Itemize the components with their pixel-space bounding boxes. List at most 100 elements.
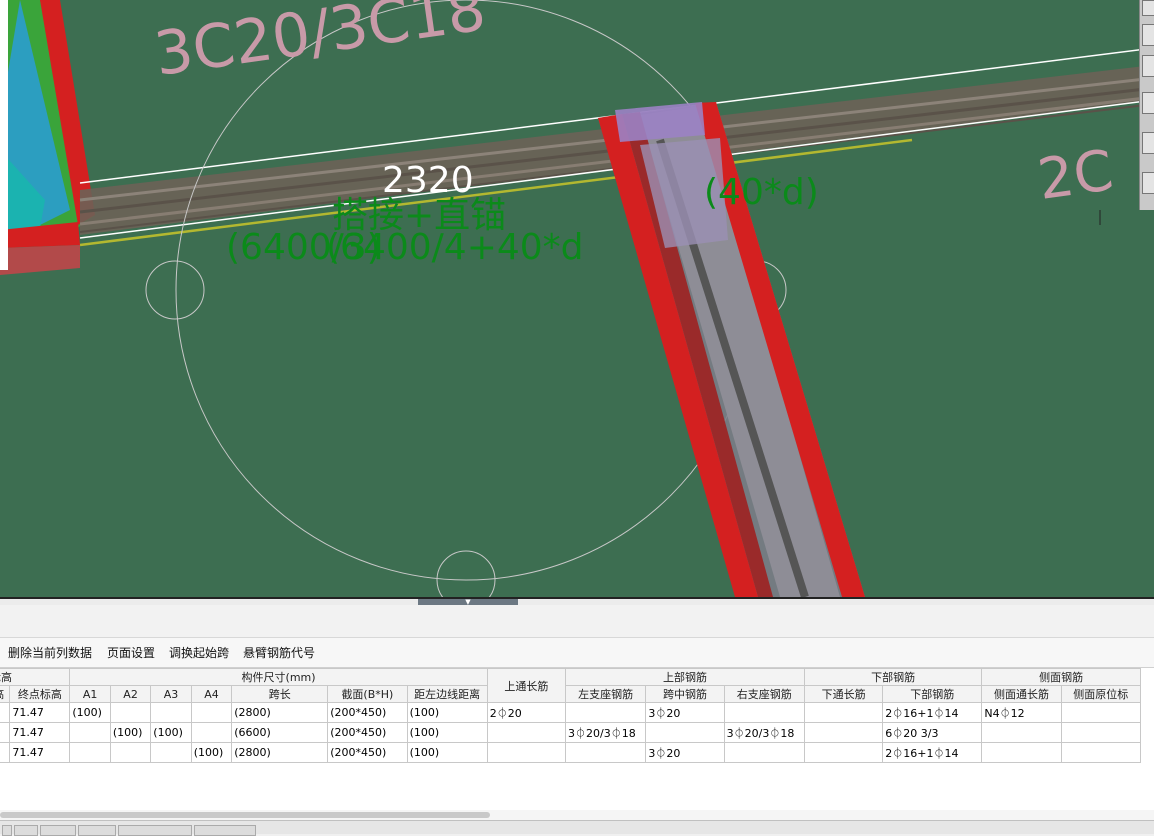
- grid-toolbar: 删除当前列数据 页面设置 调换起始跨 悬臂钢筋代号: [0, 638, 1154, 668]
- cell-mid-span[interactable]: 3⏀20: [645, 742, 725, 763]
- header-group-bottom: 下部钢筋: [803, 668, 983, 686]
- cell-right-support[interactable]: 3⏀20/3⏀18: [723, 722, 805, 743]
- cell-side-through[interactable]: [981, 722, 1062, 743]
- status-button-3[interactable]: [40, 825, 76, 836]
- cell-span[interactable]: (2800): [231, 742, 329, 763]
- cell-top-through[interactable]: [486, 742, 567, 763]
- header-bottom-through: 下通长筋: [803, 685, 884, 703]
- header-offset: 距左边线距离: [406, 685, 488, 703]
- cell-top-through[interactable]: [486, 722, 567, 743]
- status-button-6[interactable]: [194, 825, 256, 836]
- cell-right-support[interactable]: [723, 742, 805, 763]
- span-grid[interactable]: 标高 构件尺寸(mm) 上通长筋 上部钢筋 下部钢筋 侧面钢筋 高 终点标高 A…: [0, 668, 1154, 813]
- cell-top-through[interactable]: 2⏀20: [486, 702, 567, 723]
- cell-left-support[interactable]: [565, 702, 647, 723]
- cell-bottom-bar[interactable]: 2⏀16+1⏀14: [882, 742, 983, 763]
- cube-view-icon[interactable]: [1142, 24, 1154, 46]
- status-bar: [0, 820, 1154, 836]
- cell-bottom-through[interactable]: [803, 722, 884, 743]
- cell-a1[interactable]: (100): [69, 702, 111, 723]
- status-button-2[interactable]: [14, 825, 38, 836]
- cell-offset[interactable]: (100): [406, 702, 488, 723]
- cell-offset[interactable]: (100): [406, 722, 488, 743]
- table-row[interactable]: 71.47 (100) (2800) (200*450) (100) 2⏀20 …: [0, 702, 1142, 723]
- cell-start-elev[interactable]: [0, 702, 11, 723]
- cell-right-support[interactable]: [723, 702, 805, 723]
- cell-a2[interactable]: [109, 742, 152, 763]
- cell-section[interactable]: (200*450): [327, 702, 408, 723]
- scrollbar-thumb[interactable]: [0, 812, 490, 818]
- header-bottom-bar: 下部钢筋: [882, 685, 983, 703]
- cell-start-elev[interactable]: [0, 722, 11, 743]
- cell-a1[interactable]: [69, 722, 111, 743]
- cell-a4[interactable]: [190, 722, 233, 743]
- status-button-5[interactable]: [118, 825, 192, 836]
- header-group-size: 构件尺寸(mm): [69, 668, 488, 686]
- cell-side-through[interactable]: [981, 742, 1062, 763]
- cell-a4[interactable]: (100): [190, 742, 233, 763]
- cell-left-support[interactable]: [565, 742, 647, 763]
- rebar-label-right: 2C: [1033, 138, 1118, 213]
- status-button-1[interactable]: [2, 825, 12, 836]
- cell-mid-span[interactable]: 3⏀20: [645, 702, 725, 723]
- cell-side-local[interactable]: [1060, 742, 1142, 763]
- model-canvas[interactable]: [0, 0, 1154, 597]
- left-panel-edge: [0, 0, 8, 270]
- swap-start-span-button[interactable]: 调换起始跨: [169, 644, 229, 661]
- cell-mid-span[interactable]: [645, 722, 725, 743]
- header-side-through: 侧面通长筋: [981, 685, 1062, 703]
- table-row[interactable]: 71.47 (100) (100) (6600) (200*450) (100)…: [0, 722, 1142, 743]
- header-span: 跨长: [231, 685, 329, 703]
- horizontal-scrollbar[interactable]: [0, 810, 1154, 820]
- cell-start-elev[interactable]: [0, 742, 11, 763]
- cantilever-code-button[interactable]: 悬臂钢筋代号: [243, 644, 315, 661]
- cell-section[interactable]: (200*450): [327, 742, 408, 763]
- delete-column-button[interactable]: 删除当前列数据: [8, 644, 92, 661]
- cell-a4[interactable]: [190, 702, 233, 723]
- zoom-icon[interactable]: [1142, 132, 1154, 154]
- cell-section[interactable]: (200*450): [327, 722, 408, 743]
- header-a1: A1: [69, 685, 111, 703]
- cell-offset[interactable]: (100): [406, 742, 488, 763]
- cell-a2[interactable]: (100): [109, 722, 152, 743]
- cell-a2[interactable]: [109, 702, 152, 723]
- cell-end-elev[interactable]: 71.47: [9, 742, 71, 763]
- cell-bottom-bar[interactable]: 2⏀16+1⏀14: [882, 702, 983, 723]
- cell-bottom-bar[interactable]: 6⏀20 3/3: [882, 722, 983, 743]
- header-a2: A2: [109, 685, 152, 703]
- cell-a1[interactable]: [69, 742, 111, 763]
- grip-circle-bottom[interactable]: [436, 550, 496, 597]
- header-group-top: 上部钢筋: [565, 668, 805, 686]
- orbit-icon[interactable]: [1142, 0, 1154, 16]
- header-left-support: 左支座钢筋: [565, 685, 647, 703]
- header-side-local: 侧面原位标: [1060, 685, 1142, 703]
- formula-label-b: (6400/4+40*d: [326, 227, 584, 268]
- cell-end-elev[interactable]: 71.47: [9, 722, 71, 743]
- status-button-4[interactable]: [78, 825, 116, 836]
- header-end-elevation: 终点标高: [9, 685, 71, 703]
- cell-a3[interactable]: [150, 742, 192, 763]
- cell-bottom-through[interactable]: [803, 742, 884, 763]
- cell-span[interactable]: (2800): [231, 702, 329, 723]
- front-view-icon[interactable]: [1142, 55, 1154, 77]
- span-table: 标高 构件尺寸(mm) 上通长筋 上部钢筋 下部钢筋 侧面钢筋 高 终点标高 A…: [0, 668, 1142, 763]
- view-toolbar: [1139, 0, 1154, 210]
- cell-end-elev[interactable]: 71.47: [9, 702, 71, 723]
- page-setup-button[interactable]: 页面设置: [107, 644, 155, 661]
- grip-circle-left[interactable]: [145, 260, 205, 320]
- cell-span[interactable]: (6600): [231, 722, 329, 743]
- header-mid-span: 跨中钢筋: [645, 685, 725, 703]
- cell-left-support[interactable]: 3⏀20/3⏀18: [565, 722, 647, 743]
- cell-side-local[interactable]: [1060, 702, 1142, 723]
- table-row[interactable]: 71.47 (100) (2800) (200*450) (100) 3⏀20 …: [0, 742, 1142, 763]
- cell-side-local[interactable]: [1060, 722, 1142, 743]
- grid-view-icon[interactable]: [1142, 172, 1154, 194]
- cell-side-through[interactable]: N4⏀12: [981, 702, 1062, 723]
- anchor-label: (40*d): [704, 172, 819, 213]
- cell-bottom-through[interactable]: [803, 702, 884, 723]
- cell-a3[interactable]: (100): [150, 722, 192, 743]
- cell-a3[interactable]: [150, 702, 192, 723]
- 3d-viewport[interactable]: 3C20/3C18 2C 2320 搭接+直锚 (6400/3) (6400/4…: [0, 0, 1154, 597]
- tab-strip: [0, 605, 1154, 638]
- side-view-icon[interactable]: [1142, 92, 1154, 114]
